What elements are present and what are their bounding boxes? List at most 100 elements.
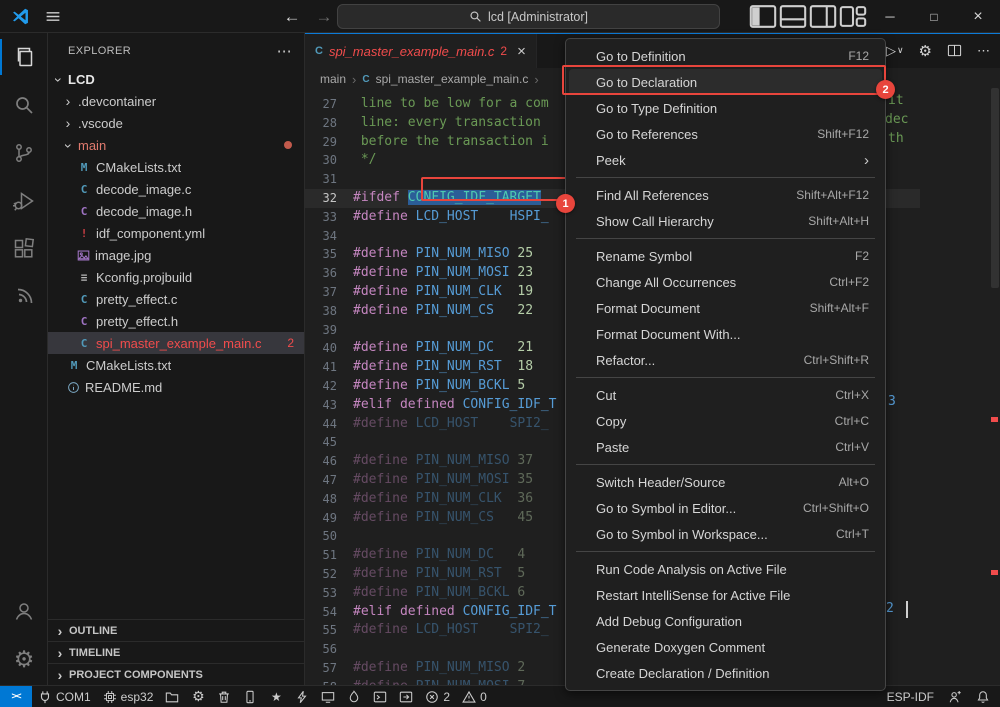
toggle-primary-sidebar-icon[interactable] bbox=[748, 0, 778, 33]
status-esp32[interactable]: esp32 bbox=[97, 686, 160, 707]
menu-item-peek[interactable]: Peek› bbox=[569, 147, 882, 173]
tab-close-icon[interactable]: × bbox=[517, 43, 526, 60]
panel-project-components[interactable]: ›PROJECT COMPONENTS bbox=[48, 663, 304, 685]
tab-problem-count: 2 bbox=[500, 44, 507, 58]
line-text: #define PIN_NUM_MOSI 23 bbox=[353, 264, 533, 283]
status-com1[interactable]: COM1 bbox=[32, 686, 97, 707]
file-pretty_effect.h[interactable]: Cpretty_effect.h bbox=[48, 310, 304, 332]
window-minimize-button[interactable]: ─ bbox=[868, 0, 912, 33]
menu-item-find-all-references[interactable]: Find All ReferencesShift+Alt+F12 bbox=[569, 182, 882, 208]
status-monitor[interactable] bbox=[315, 686, 341, 707]
menu-item-paste[interactable]: PasteCtrl+V bbox=[569, 434, 882, 460]
file-Kconfig.projbuild[interactable]: ≡Kconfig.projbuild bbox=[48, 266, 304, 288]
file-decode_image.h[interactable]: Cdecode_image.h bbox=[48, 200, 304, 222]
folder-.vscode[interactable]: ›.vscode bbox=[48, 112, 304, 134]
status-flame[interactable] bbox=[341, 686, 367, 707]
customize-layout-icon[interactable] bbox=[838, 0, 868, 33]
explorer-more-actions-icon[interactable]: ⋯ bbox=[277, 42, 292, 60]
terminal-icon bbox=[373, 690, 387, 704]
status-trash[interactable] bbox=[211, 686, 237, 707]
folder-LCD[interactable]: ›LCD bbox=[48, 68, 304, 90]
activitybar-source-control[interactable] bbox=[0, 129, 48, 177]
editor-scrollbar[interactable] bbox=[990, 33, 1000, 685]
breadcrumb-folder[interactable]: main bbox=[320, 72, 346, 86]
editor-settings-gear-icon[interactable]: ⚙ bbox=[919, 42, 932, 60]
file-CMakeLists.txt[interactable]: MCMakeLists.txt bbox=[48, 156, 304, 178]
menu-item-run-code-analysis-on-active-file[interactable]: Run Code Analysis on Active File bbox=[569, 556, 882, 582]
menu-item-go-to-symbol-in-editor[interactable]: Go to Symbol in Editor...Ctrl+Shift+O bbox=[569, 495, 882, 521]
menu-item-switch-header-source[interactable]: Switch Header/SourceAlt+O bbox=[569, 469, 882, 495]
file-image.jpg[interactable]: image.jpg bbox=[48, 244, 304, 266]
editor-more-actions-icon[interactable]: ⋯ bbox=[977, 43, 990, 59]
line-number: 49 bbox=[305, 509, 353, 528]
menu-item-restart-intellisense-for-active-file[interactable]: Restart IntelliSense for Active File bbox=[569, 582, 882, 608]
command-center-search[interactable]: lcd [Administrator] bbox=[337, 4, 720, 29]
file-pretty_effect.c[interactable]: Cpretty_effect.c bbox=[48, 288, 304, 310]
status-bell[interactable] bbox=[970, 686, 996, 707]
activitybar-extensions[interactable] bbox=[0, 225, 48, 273]
file-idf_component.yml[interactable]: !idf_component.yml bbox=[48, 222, 304, 244]
menu-hamburger-icon[interactable] bbox=[44, 8, 62, 25]
file-CMakeLists.txt[interactable]: MCMakeLists.txt bbox=[48, 354, 304, 376]
status-bolt[interactable] bbox=[289, 686, 315, 707]
status-esp-idf[interactable]: ESP-IDF bbox=[881, 686, 940, 707]
menu-item-generate-doxygen-comment[interactable]: Generate Doxygen Comment bbox=[569, 634, 882, 660]
nav-forward-button[interactable]: → bbox=[312, 5, 336, 29]
status-remote[interactable]: >< bbox=[0, 686, 32, 707]
file-decode_image.c[interactable]: Cdecode_image.c bbox=[48, 178, 304, 200]
status-device[interactable] bbox=[237, 686, 263, 707]
toggle-panel-icon[interactable] bbox=[778, 0, 808, 33]
activitybar-accounts[interactable] bbox=[0, 587, 48, 635]
menu-item-create-declaration-definition[interactable]: Create Declaration / Definition bbox=[569, 660, 882, 686]
item-label: .devcontainer bbox=[78, 94, 156, 109]
item-label: CMakeLists.txt bbox=[96, 160, 181, 175]
menu-item-go-to-references[interactable]: Go to ReferencesShift+F12 bbox=[569, 121, 882, 147]
status-star[interactable]: ★ bbox=[263, 686, 289, 707]
menu-item-copy[interactable]: CopyCtrl+C bbox=[569, 408, 882, 434]
menu-item-shortcut: Shift+Alt+F12 bbox=[796, 188, 869, 202]
line-number: 48 bbox=[305, 490, 353, 509]
folder-main[interactable]: ›main bbox=[48, 134, 304, 156]
tab-spi-master-example-main[interactable]: C spi_master_example_main.c 2 × bbox=[305, 33, 537, 68]
nav-back-button[interactable]: ← bbox=[280, 5, 304, 29]
menu-item-cut[interactable]: CutCtrl+X bbox=[569, 382, 882, 408]
status-2[interactable]: 2 bbox=[419, 686, 456, 707]
toggle-secondary-sidebar-icon[interactable] bbox=[808, 0, 838, 33]
menu-item-format-document-with[interactable]: Format Document With... bbox=[569, 321, 882, 347]
line-number: 46 bbox=[305, 452, 353, 471]
window-close-button[interactable]: × bbox=[956, 0, 1000, 33]
file-spi_master_example_main.c[interactable]: Cspi_master_example_main.c2 bbox=[48, 332, 304, 354]
menu-item-rename-symbol[interactable]: Rename SymbolF2 bbox=[569, 243, 882, 269]
split-editor-icon[interactable] bbox=[947, 43, 962, 58]
panel-outline[interactable]: ›OUTLINE bbox=[48, 619, 304, 641]
status-terminal[interactable] bbox=[367, 686, 393, 707]
status-person[interactable] bbox=[942, 686, 968, 707]
menu-item-change-all-occurrences[interactable]: Change All OccurrencesCtrl+F2 bbox=[569, 269, 882, 295]
run-button[interactable]: ▷∨ bbox=[886, 43, 904, 59]
line-text: #define LCD_HOST HSPI_ bbox=[353, 208, 549, 227]
breadcrumb-file[interactable]: spi_master_example_main.c bbox=[376, 72, 529, 86]
status-folder[interactable] bbox=[159, 686, 185, 707]
folder-.devcontainer[interactable]: ›.devcontainer bbox=[48, 90, 304, 112]
window-maximize-button[interactable]: □ bbox=[912, 0, 956, 33]
status-arrowbox[interactable] bbox=[393, 686, 419, 707]
panel-timeline[interactable]: ›TIMELINE bbox=[48, 641, 304, 663]
status-gear[interactable]: ⚙ bbox=[185, 686, 211, 707]
chevron-right-icon: › bbox=[63, 115, 73, 131]
activitybar-settings[interactable]: ⚙ bbox=[0, 635, 48, 683]
menu-item-show-call-hierarchy[interactable]: Show Call HierarchyShift+Alt+H bbox=[569, 208, 882, 234]
status-0[interactable]: 0 bbox=[456, 686, 493, 707]
menu-item-go-to-symbol-in-workspace[interactable]: Go to Symbol in Workspace...Ctrl+T bbox=[569, 521, 882, 547]
scrollbar-slider[interactable] bbox=[991, 88, 999, 288]
menu-item-add-debug-configuration[interactable]: Add Debug Configuration bbox=[569, 608, 882, 634]
c-file-icon: C bbox=[315, 45, 323, 57]
activitybar-esp-idf[interactable] bbox=[0, 273, 48, 321]
menu-item-format-document[interactable]: Format DocumentShift+Alt+F bbox=[569, 295, 882, 321]
activitybar-search[interactable] bbox=[0, 81, 48, 129]
file-README.md[interactable]: README.md bbox=[48, 376, 304, 398]
activitybar-run-debug[interactable] bbox=[0, 177, 48, 225]
menu-item-go-to-type-definition[interactable]: Go to Type Definition bbox=[569, 95, 882, 121]
line-number: 39 bbox=[305, 321, 353, 340]
menu-item-refactor[interactable]: Refactor...Ctrl+Shift+R bbox=[569, 347, 882, 373]
activitybar-explorer[interactable] bbox=[0, 33, 48, 81]
